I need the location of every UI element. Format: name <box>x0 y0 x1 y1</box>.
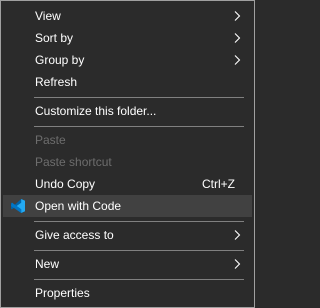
menu-item-label: Customize this folder... <box>35 104 157 118</box>
chevron-right-icon <box>234 11 241 21</box>
menu-separator <box>34 97 244 98</box>
menu-item-label: View <box>35 9 61 23</box>
menu-item-open-with-code[interactable]: Open with Code <box>3 195 252 217</box>
chevron-right-icon <box>234 55 241 65</box>
chevron-right-icon <box>234 230 241 240</box>
menu-item-customize-folder[interactable]: Customize this folder... <box>3 100 252 122</box>
menu-item-label: Group by <box>35 53 85 67</box>
menu-item-undo-copy[interactable]: Undo Copy Ctrl+Z <box>3 173 252 195</box>
menu-item-refresh[interactable]: Refresh <box>3 71 252 93</box>
menu-item-label: Paste <box>35 133 66 147</box>
menu-item-label: Sort by <box>35 31 74 45</box>
menu-item-label: Properties <box>35 286 90 300</box>
chevron-right-icon <box>234 33 241 43</box>
menu-item-shortcut: Ctrl+Z <box>202 177 235 191</box>
menu-item-label: Open with Code <box>35 199 122 213</box>
chevron-right-icon <box>234 259 241 269</box>
menu-item-label: Paste shortcut <box>35 155 112 169</box>
menu-item-new[interactable]: New <box>3 253 252 275</box>
menu-item-group-by[interactable]: Group by <box>3 49 252 71</box>
menu-item-paste-shortcut: Paste shortcut <box>3 151 252 173</box>
menu-item-properties[interactable]: Properties <box>3 282 252 304</box>
menu-item-label: Give access to <box>35 228 114 242</box>
menu-item-paste: Paste <box>3 129 252 151</box>
menu-item-label: Refresh <box>35 75 78 89</box>
context-menu: View Sort by Group by Refresh Customize … <box>0 0 255 308</box>
menu-item-give-access-to[interactable]: Give access to <box>3 224 252 246</box>
menu-separator <box>34 279 244 280</box>
vscode-icon <box>11 199 25 213</box>
menu-item-label: New <box>35 257 60 271</box>
menu-item-sort-by[interactable]: Sort by <box>3 27 252 49</box>
menu-separator <box>34 126 244 127</box>
menu-item-view[interactable]: View <box>3 5 252 27</box>
menu-separator <box>34 250 244 251</box>
menu-separator <box>34 221 244 222</box>
menu-item-label: Undo Copy <box>35 177 96 191</box>
